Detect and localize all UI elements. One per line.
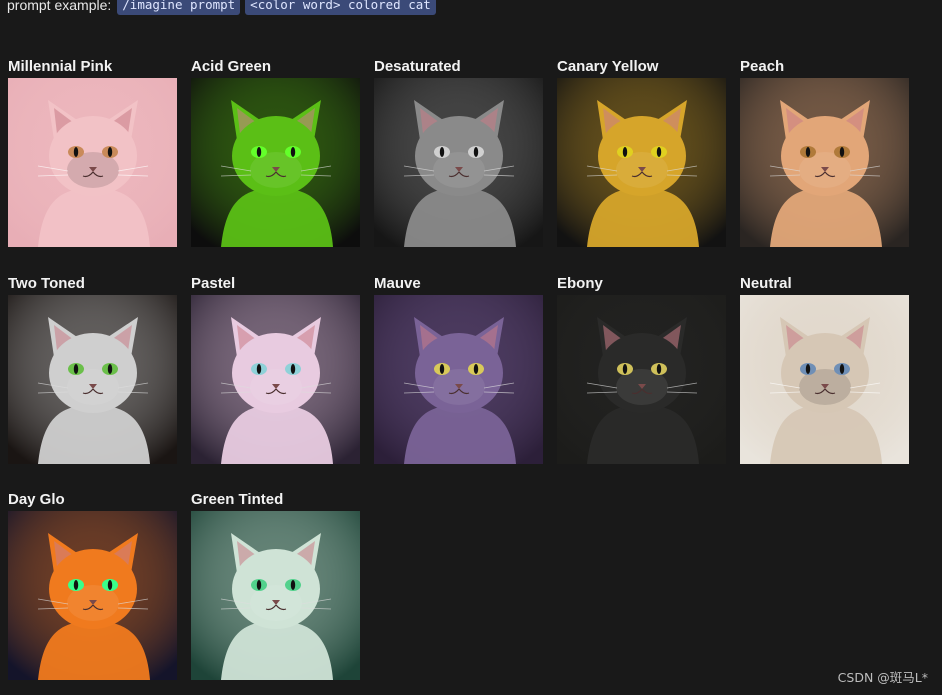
image-card-title: Green Tinted (191, 491, 284, 508)
cat-portrait-icon (374, 295, 543, 464)
image-card-title: Pastel (191, 275, 236, 292)
cat-portrait-icon (557, 295, 726, 464)
image-card: Neutral (740, 274, 910, 464)
image-card: Two Toned (8, 274, 178, 464)
image-card-title: Millennial Pink (8, 58, 113, 75)
image-card-title: Mauve (374, 275, 421, 292)
image-card: Peach (740, 57, 910, 247)
cat-portrait-icon (8, 78, 177, 247)
image-card-title: Desaturated (374, 58, 461, 75)
image-card: Millennial Pink (8, 57, 178, 247)
image-card-title: Neutral (740, 275, 792, 292)
cat-portrait-icon (8, 295, 177, 464)
cat-portrait-icon (740, 78, 909, 247)
image-card: Pastel (191, 274, 361, 464)
image-card-title: Canary Yellow (557, 58, 659, 75)
page: prompt example: /imagine prompt <color w… (0, 0, 942, 695)
cat-portrait-icon (191, 295, 360, 464)
cat-portrait-icon (740, 295, 909, 464)
prompt-template-chip: <color word> colored cat (245, 0, 436, 15)
watermark: CSDN @斑马L* (837, 670, 928, 685)
image-card: Acid Green (191, 57, 361, 247)
image-card-title: Peach (740, 58, 785, 75)
image-card: Green Tinted (191, 490, 361, 680)
cat-portrait-icon (191, 511, 360, 680)
image-card-title: Day Glo (8, 491, 65, 508)
cat-portrait-icon (374, 78, 543, 247)
prompt-label: prompt example: (7, 0, 112, 13)
cat-portrait-icon (8, 511, 177, 680)
image-card: Canary Yellow (557, 57, 727, 247)
image-card: Ebony (557, 274, 727, 464)
prompt-example-line: prompt example: /imagine prompt <color w… (7, 0, 441, 15)
image-card: Mauve (374, 274, 544, 464)
image-card-title: Acid Green (191, 58, 272, 75)
prompt-code-chip: /imagine prompt (117, 0, 241, 15)
image-card-title: Two Toned (8, 275, 85, 292)
image-card-title: Ebony (557, 275, 603, 292)
cat-portrait-icon (557, 78, 726, 247)
image-card: Day Glo (8, 490, 178, 680)
cat-portrait-icon (191, 78, 360, 247)
image-card: Desaturated (374, 57, 544, 247)
